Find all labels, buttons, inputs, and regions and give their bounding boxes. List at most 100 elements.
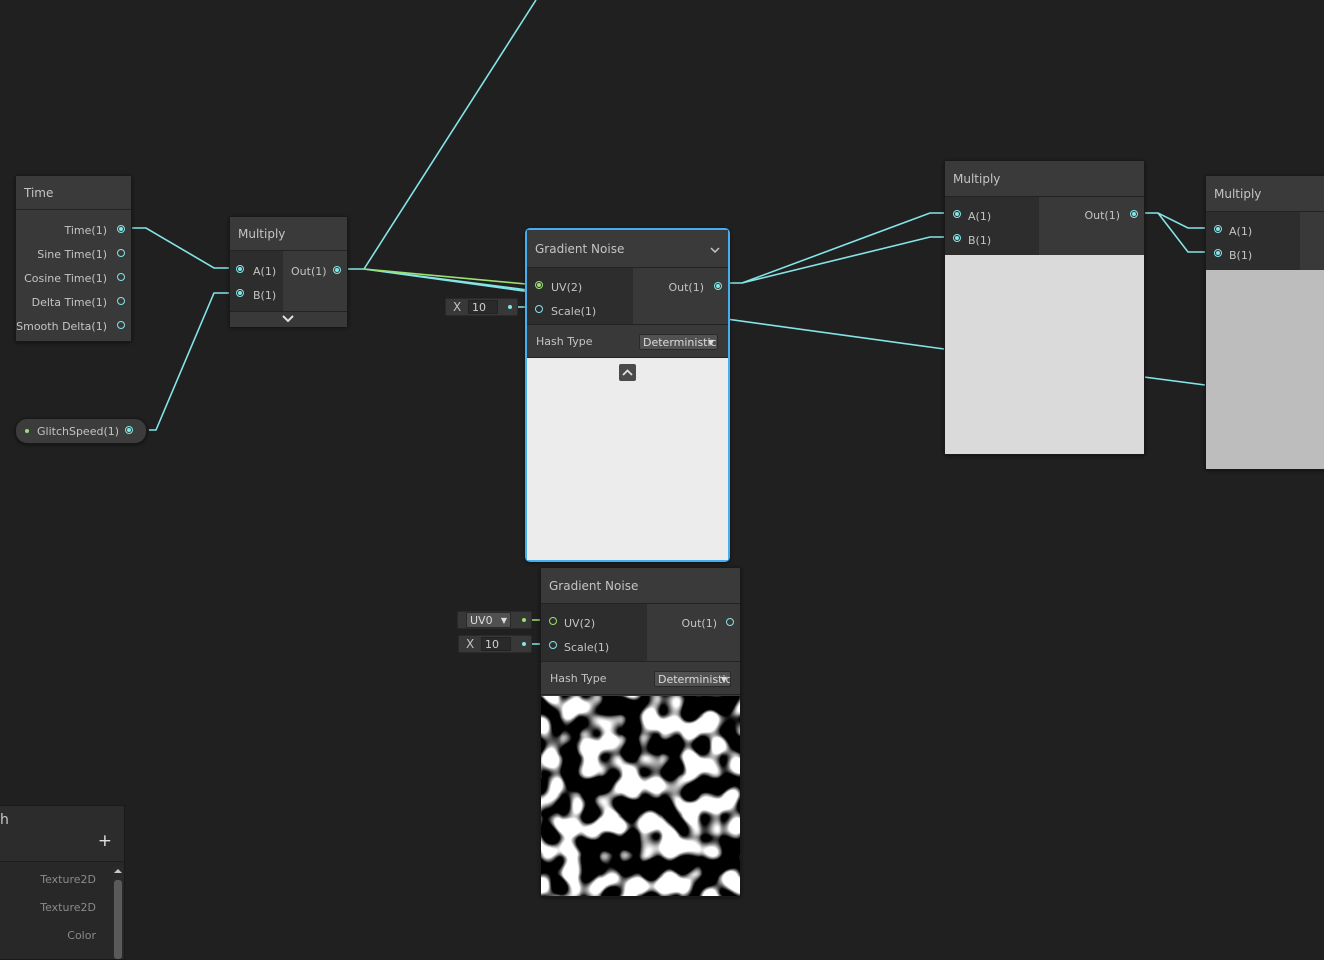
time-node[interactable]: Time Time(1) Sine Time(1) Cosine Time(1)… [15,175,132,342]
port-label-cosine-time: Cosine Time(1) [24,272,107,285]
multiply-node-2[interactable]: Multiply A(1) B(1) Out(1) [944,160,1145,455]
node-title: Gradient Noise [541,568,740,604]
scale-inline-input-1[interactable]: X 10 [445,298,518,316]
chevron-down-icon [282,315,294,323]
port-label-b: B(1) [1229,249,1253,262]
output-port-cosine-time[interactable] [117,273,125,281]
port-label-uv: UV(2) [564,617,596,630]
output-port-smooth-delta[interactable] [117,321,125,329]
property-label: GlitchSpeed(1) [37,425,120,438]
output-port-delta-time[interactable] [117,297,125,305]
property-type-label: Texture2D [40,901,96,914]
port-label-a: A(1) [968,210,992,223]
input-port-b[interactable] [236,289,244,297]
multiply-node-1[interactable]: Multiply A(1) B(1) Out(1) [229,216,348,327]
port-label-a: A(1) [1229,225,1253,238]
output-port-out[interactable] [714,282,722,290]
scale-inline-input-2[interactable]: X 10 [458,635,532,653]
property-type-label: Color [67,929,96,942]
wire-multiply-to-noise-scale [363,268,529,291]
blackboard-scrollbar[interactable] [113,866,123,959]
glitchspeed-property-node[interactable]: GlitchSpeed(1) [15,418,147,444]
axis-label: X [453,300,462,314]
node-title: Multiply [1206,176,1324,212]
collapse-preview-button[interactable] [619,364,636,381]
noise-preview-2 [541,696,740,896]
gradient-noise-node-1[interactable]: Gradient Noise UV(2) Scale(1) Out(1) Has… [525,228,730,562]
property-type-label: Texture2D [40,873,96,886]
scroll-up-icon[interactable] [114,868,122,874]
port-label-delta-time: Delta Time(1) [31,296,107,309]
axis-label: X [466,637,475,651]
noise-texture-image [541,696,740,896]
uv-channel-dropdown[interactable]: UV0 ▼ [466,612,511,628]
port-label-out: Out(1) [668,281,704,294]
node-title: Gradient Noise [527,230,728,268]
input-port-scale[interactable] [549,641,557,649]
hash-type-label: Hash Type [536,335,593,348]
wire-time-to-multiply-a [126,227,236,269]
add-property-button[interactable]: + [98,831,112,851]
chevron-up-icon [622,369,633,376]
scale-value-field[interactable]: 10 [468,300,498,314]
hash-type-label: Hash Type [550,672,607,685]
gradient-noise-node-2[interactable]: Gradient Noise UV(2) Scale(1) Out(1) Has… [540,567,741,897]
chevron-down-icon[interactable] [710,247,720,253]
output-port-sine-time[interactable] [117,249,125,257]
wire-multiply-up [345,0,537,270]
port-label-out: Out(1) [291,265,327,278]
hash-type-dropdown[interactable]: Deterministic ▼ [639,334,718,350]
port-label-scale: Scale(1) [551,305,597,318]
port-label-a: A(1) [253,265,277,278]
output-port-out[interactable] [333,266,341,274]
port-label-uv: UV(2) [551,281,583,294]
multiply-node-3[interactable]: Multiply A(1) B(1) [1205,175,1324,470]
multiply-preview-2 [945,255,1144,454]
input-port-scale[interactable] [535,305,543,313]
wire-multiply2-to-multiply3-b [1157,212,1212,253]
input-port-b[interactable] [1214,249,1222,257]
inline-dot [522,642,526,646]
hash-type-dropdown[interactable]: Deterministic ▼ [654,671,731,687]
port-label-scale: Scale(1) [564,641,610,654]
uv-inline-input-2[interactable]: UV0 ▼ [457,611,532,629]
wire-multiply2-to-multiply3-a [1136,212,1212,229]
noise-preview-1 [527,358,728,560]
input-port-a[interactable] [236,265,244,273]
node-title: Multiply [230,217,347,251]
port-label-time: Time(1) [64,224,107,237]
scale-value-field[interactable]: 10 [481,637,511,651]
wire-noise-out-to-multiply2-a [721,212,952,284]
property-dot [25,429,29,433]
blackboard-title: h [0,812,9,828]
expand-toggle[interactable] [230,311,347,327]
inline-dot [508,305,512,309]
dropdown-arrow-icon: ▼ [707,338,714,347]
hash-type-value: Deterministic [643,336,717,349]
output-port-glitchspeed[interactable] [125,426,133,434]
input-port-a[interactable] [1214,225,1222,233]
port-label-out: Out(1) [681,617,717,630]
input-port-uv[interactable] [549,617,557,625]
scrollbar-thumb[interactable] [114,880,122,959]
input-port-b[interactable] [953,234,961,242]
port-label-out: Out(1) [1084,209,1120,222]
output-port-out[interactable] [726,618,734,626]
node-title: Time [16,176,131,210]
output-port-out[interactable] [1130,210,1138,218]
blackboard-header: h + [0,806,124,862]
input-port-uv[interactable] [535,281,543,289]
inline-dot [522,618,526,622]
uv-channel-value: UV0 [470,614,493,627]
dropdown-arrow-icon: ▼ [720,675,727,684]
port-label-b: B(1) [968,234,992,247]
wire-noise-out-to-multiply2-b [741,236,952,284]
port-label-sine-time: Sine Time(1) [37,248,107,261]
blackboard-panel[interactable]: h + Texture2D Texture2D Color [0,805,125,960]
output-port-time[interactable] [117,225,125,233]
port-label-smooth-delta: Smooth Delta(1) [16,320,107,333]
port-label-b: B(1) [253,289,277,302]
multiply-preview-3 [1206,270,1324,469]
input-port-a[interactable] [953,210,961,218]
wire-glitchspeed-to-multiply-b [149,292,236,431]
